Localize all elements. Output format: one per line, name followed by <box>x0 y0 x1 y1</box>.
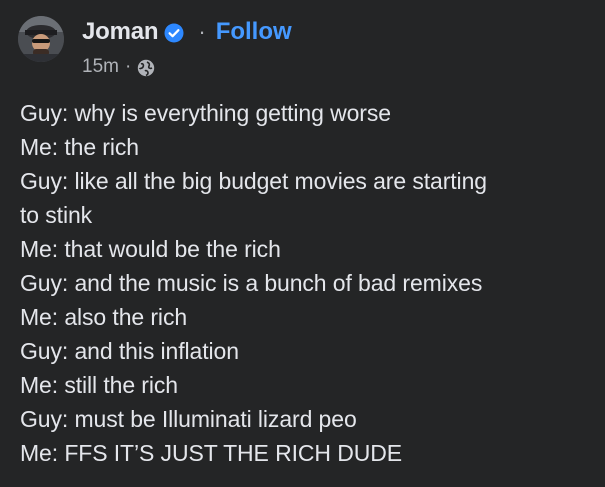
author-name[interactable]: Joman <box>82 18 159 46</box>
post-line: Guy: and the music is a bunch of bad rem… <box>20 270 483 296</box>
follow-button[interactable]: Follow <box>216 18 292 46</box>
follow-separator: · <box>198 19 206 44</box>
post-body: Guy: why is everything getting worse Me:… <box>20 96 590 470</box>
post-line: to stink <box>20 202 93 228</box>
post-header: Joman · Follow 15m · <box>18 10 578 80</box>
globe-icon[interactable] <box>137 59 155 77</box>
post-timestamp[interactable]: 15m <box>82 56 119 78</box>
author-line: Joman · Follow <box>82 16 292 48</box>
avatar-image <box>18 16 64 62</box>
avatar[interactable] <box>18 16 64 62</box>
post-line: Guy: must be Illuminati lizard peo <box>20 406 357 432</box>
post-line: Me: still the rich <box>20 372 178 398</box>
post-line: Me: FFS IT’S JUST THE RICH DUDE <box>20 440 402 466</box>
post-line: Guy: and this inflation <box>20 338 239 364</box>
post-line: Me: the rich <box>20 134 139 160</box>
post-card: Joman · Follow 15m · Guy: why is everyth… <box>0 0 605 487</box>
meta-separator: · <box>124 56 132 77</box>
verified-badge-icon <box>164 23 184 43</box>
post-line: Guy: why is everything getting worse <box>20 100 391 126</box>
post-line: Me: also the rich <box>20 304 188 330</box>
post-line: Me: that would be the rich <box>20 236 281 262</box>
post-meta: 15m · <box>82 54 155 80</box>
post-line: Guy: like all the big budget movies are … <box>20 168 487 194</box>
